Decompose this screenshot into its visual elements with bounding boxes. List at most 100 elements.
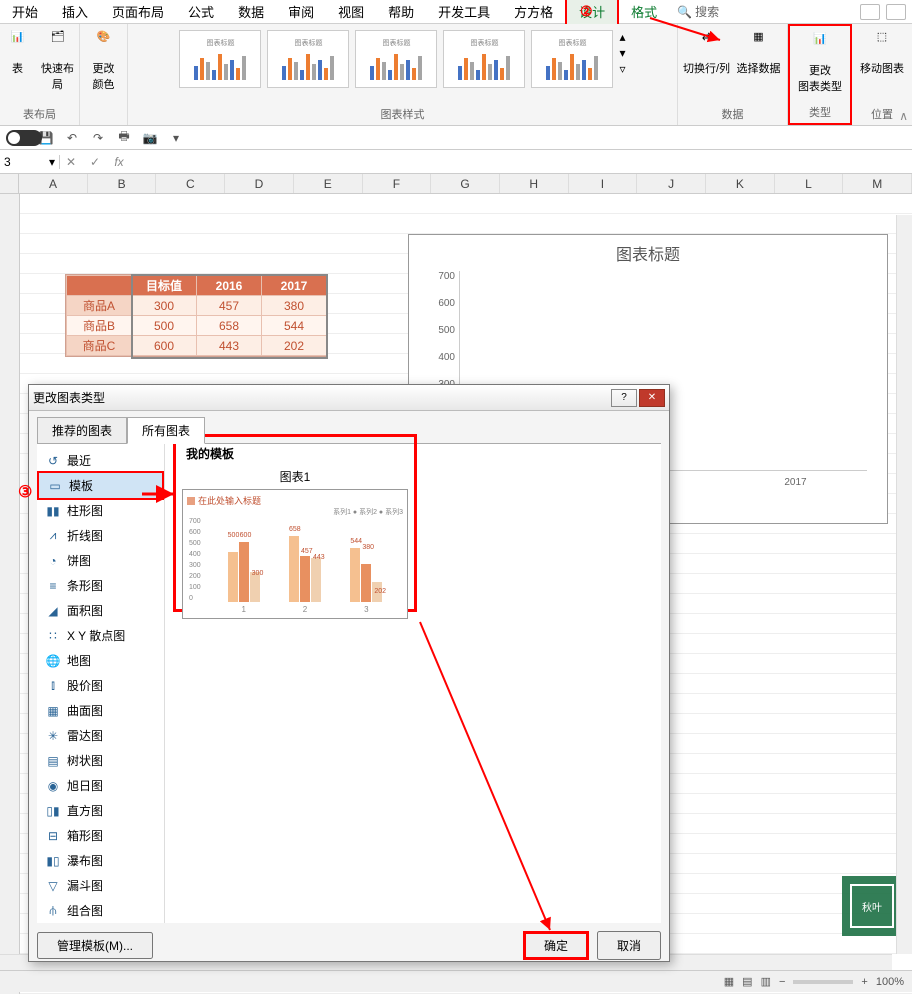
cat-map[interactable]: 🌐地图 (37, 648, 164, 673)
cell[interactable]: 300 (132, 296, 197, 316)
tab-home[interactable]: 开始 (0, 0, 50, 24)
template-thumbnail[interactable]: 在此处输入标题 系列1 ● 系列2 ● 系列3 0100200300400500… (182, 489, 408, 619)
comment-icon[interactable] (886, 4, 906, 20)
help-button[interactable]: ? (611, 389, 637, 407)
tab-format[interactable]: 格式 (619, 0, 669, 24)
add-element-button[interactable]: 📊 表 (2, 26, 34, 76)
switch-row-col-button[interactable]: ⇄ 切换行/列 (683, 26, 731, 76)
cat-surface[interactable]: ▦曲面图 (37, 698, 164, 723)
col-E[interactable]: E (294, 174, 363, 193)
cat-stock[interactable]: ⫾股价图 (37, 673, 164, 698)
zoom-level[interactable]: 100% (876, 976, 904, 988)
col-I[interactable]: I (569, 174, 638, 193)
col-H[interactable]: H (500, 174, 569, 193)
formula-input[interactable] (136, 154, 908, 169)
tab-formulas[interactable]: 公式 (176, 0, 226, 24)
cat-treemap[interactable]: ▤树状图 (37, 748, 164, 773)
col-M[interactable]: M (843, 174, 912, 193)
col-A[interactable]: A (19, 174, 88, 193)
camera-icon[interactable]: 📷 (141, 129, 159, 147)
tab-view[interactable]: 视图 (326, 0, 376, 24)
cat-scatter[interactable]: ∷X Y 散点图 (37, 623, 164, 648)
close-button[interactable]: ✕ (639, 389, 665, 407)
cat-column[interactable]: ▮▮柱形图 (37, 498, 164, 523)
col-F[interactable]: F (363, 174, 432, 193)
manage-templates-button[interactable]: 管理模板(M)... (37, 932, 153, 959)
undo-icon[interactable]: ↶ (63, 129, 81, 147)
print-icon[interactable]: 🖶 (115, 129, 133, 147)
chart-style-3[interactable]: 图表标题 (355, 30, 437, 88)
cat-boxplot[interactable]: ⊟箱形图 (37, 823, 164, 848)
cell[interactable]: 600 (132, 336, 197, 356)
select-data-button[interactable]: ▦ 选择数据 (735, 26, 783, 76)
chart-style-2[interactable]: 图表标题 (267, 30, 349, 88)
col-D[interactable]: D (225, 174, 294, 193)
cat-combo[interactable]: ⫛组合图 (37, 898, 164, 923)
zoom-out-icon[interactable]: − (779, 976, 785, 988)
tab-pagelayout[interactable]: 页面布局 (100, 0, 176, 24)
style-down-icon[interactable]: ▾ (619, 46, 625, 60)
cat-recent[interactable]: ↺最近 (37, 448, 164, 473)
zoom-slider[interactable] (793, 980, 853, 984)
cat-sunburst[interactable]: ◉旭日图 (37, 773, 164, 798)
enter-formula-icon[interactable]: ✓ (88, 155, 102, 169)
tab-developer[interactable]: 开发工具 (426, 0, 502, 24)
share-icon[interactable] (860, 4, 880, 20)
autosave-toggle[interactable] (6, 130, 42, 146)
style-more-icon[interactable]: ▿ (619, 62, 625, 76)
row-name-A[interactable]: 商品A (67, 296, 132, 316)
cat-radar[interactable]: ✳雷达图 (37, 723, 164, 748)
row-name-C[interactable]: 商品C (67, 336, 132, 356)
fx-icon[interactable]: fx (112, 155, 126, 169)
view-pagebreak-icon[interactable]: ▥ (761, 975, 771, 988)
redo-icon[interactable]: ↷ (89, 129, 107, 147)
cat-line[interactable]: ⩘折线图 (37, 523, 164, 548)
change-chart-type-button[interactable]: 📊 更改 图表类型 (796, 28, 844, 94)
cat-waterfall[interactable]: ▮▯瀑布图 (37, 848, 164, 873)
chart-style-4[interactable]: 图表标题 (443, 30, 525, 88)
name-box[interactable]: 3 ▾ (0, 155, 60, 169)
cell[interactable]: 658 (197, 316, 262, 336)
change-colors-button[interactable]: 🎨 更改 颜色 (80, 26, 128, 92)
col-C[interactable]: C (156, 174, 225, 193)
cat-pie[interactable]: ◔饼图 (37, 548, 164, 573)
cat-bar[interactable]: ≡条形图 (37, 573, 164, 598)
tab-recommended[interactable]: 推荐的图表 (37, 417, 127, 444)
view-pagelayout-icon[interactable]: ▤ (742, 975, 752, 988)
cell[interactable]: 380 (262, 296, 327, 316)
view-normal-icon[interactable]: ▦ (724, 975, 734, 988)
cat-histogram[interactable]: ▯▮直方图 (37, 798, 164, 823)
search-box[interactable]: 🔍 搜索 (677, 3, 719, 20)
col-B[interactable]: B (88, 174, 157, 193)
tab-fangfang[interactable]: 方方格 (502, 0, 565, 24)
cell[interactable]: 202 (262, 336, 327, 356)
ok-button[interactable]: 确定 (523, 931, 589, 960)
cancel-formula-icon[interactable]: ✕ (64, 155, 78, 169)
tab-help[interactable]: 帮助 (376, 0, 426, 24)
select-all-corner[interactable] (0, 174, 19, 193)
cell[interactable]: 500 (132, 316, 197, 336)
cat-templates[interactable]: ▭模板 (37, 471, 164, 500)
style-up-icon[interactable]: ▴ (619, 30, 625, 44)
cat-area[interactable]: ◢面积图 (37, 598, 164, 623)
chart-style-1[interactable]: 图表标题 (179, 30, 261, 88)
collapse-ribbon-icon[interactable]: ∧ (899, 109, 908, 123)
dialog-titlebar[interactable]: 更改图表类型 ? ✕ (29, 385, 669, 411)
tab-allcharts[interactable]: 所有图表 (127, 417, 205, 444)
chart-title[interactable]: 图表标题 (409, 235, 887, 271)
col-G[interactable]: G (431, 174, 500, 193)
col-J[interactable]: J (637, 174, 706, 193)
quick-layout-button[interactable]: 🗂 快速布局 (38, 26, 78, 92)
row-name-B[interactable]: 商品B (67, 316, 132, 336)
col-L[interactable]: L (775, 174, 844, 193)
vertical-scrollbar[interactable] (896, 215, 912, 954)
qat-more-icon[interactable]: ▾ (167, 129, 185, 147)
tab-review[interactable]: 审阅 (276, 0, 326, 24)
cat-funnel[interactable]: ▽漏斗图 (37, 873, 164, 898)
tab-insert[interactable]: 插入 (50, 0, 100, 24)
cell[interactable]: 544 (262, 316, 327, 336)
cell[interactable]: 457 (197, 296, 262, 316)
tab-data[interactable]: 数据 (226, 0, 276, 24)
name-dropdown-icon[interactable]: ▾ (49, 155, 55, 169)
col-K[interactable]: K (706, 174, 775, 193)
